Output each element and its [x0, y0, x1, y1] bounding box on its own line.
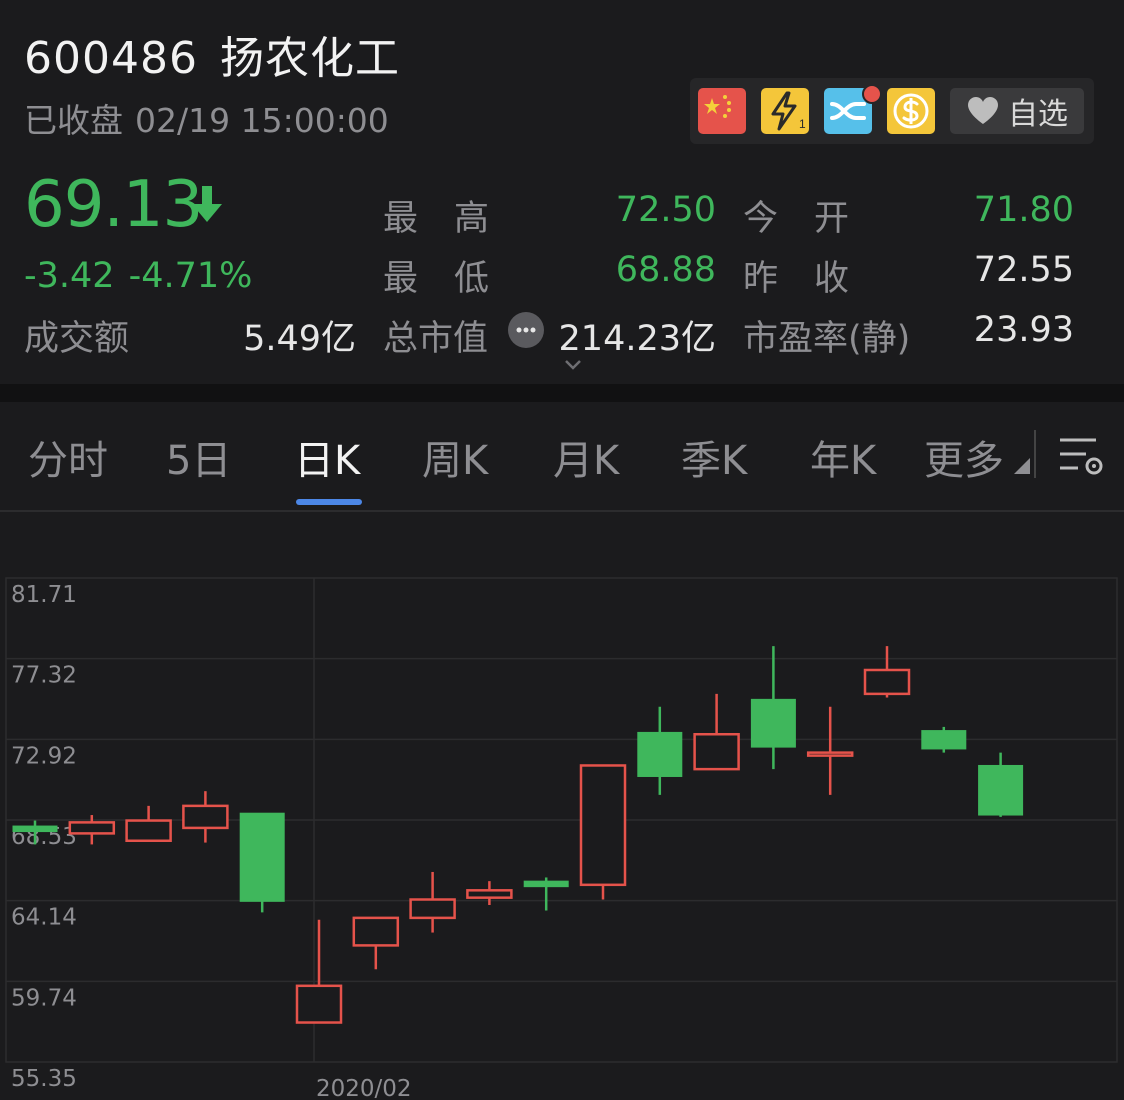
candle-body	[409, 898, 456, 920]
candle-body	[68, 821, 116, 835]
svg-text:1: 1	[799, 117, 806, 131]
low-label: 最低	[383, 259, 526, 299]
active-tab-indicator	[296, 499, 362, 505]
lightning-icon[interactable]: 1	[761, 88, 809, 134]
candle-body	[352, 916, 400, 947]
candle-body	[806, 751, 854, 757]
candle-body	[978, 764, 1024, 816]
candle-body	[466, 889, 513, 899]
stock-code: 600486	[24, 33, 198, 84]
market-cap-label: 总市值	[383, 319, 489, 359]
y-tick-label: 59.74	[11, 985, 77, 1011]
chart-tabs: 分时 5日 日K 周K 月K 季K 年K 更多	[0, 402, 1124, 512]
candle-body	[239, 812, 285, 902]
prev-close-label: 昨收	[743, 259, 886, 299]
y-tick-label: 77.32	[11, 663, 77, 689]
open-value: 71.80	[973, 190, 1074, 230]
high-label: 最高	[383, 199, 526, 239]
y-tick-label: 81.71	[11, 582, 77, 608]
x-tick-label: 2020/02	[316, 1076, 412, 1100]
turnover-value: 5.49亿	[243, 319, 356, 359]
chart-settings-icon[interactable]	[1056, 432, 1104, 480]
high-value: 72.50	[615, 190, 716, 230]
kline-chart[interactable]: 81.71 77.32 72.92 68.53 64.14 59.74 55.35 2020/…	[0, 560, 1124, 1100]
current-price: 69.13	[24, 168, 203, 242]
watchlist-label: 自选	[1008, 97, 1068, 132]
tab-intraday[interactable]: 分时	[28, 428, 108, 486]
low-value: 68.88	[615, 250, 716, 290]
tab-daily-k[interactable]: 日K	[294, 428, 360, 486]
market-status: 已收盘 02/19 15:00:00	[24, 94, 389, 142]
candle-body	[921, 730, 967, 750]
heart-icon	[968, 97, 998, 124]
candle-body	[125, 819, 172, 842]
candle-body	[579, 764, 627, 887]
price-change: -3.42 -4.71%	[24, 256, 252, 296]
market-cap-value: 214.23亿	[558, 319, 716, 359]
candle-body	[523, 880, 569, 888]
stock-name: 扬农化工	[219, 33, 400, 84]
tab-yearly-k[interactable]: 年K	[810, 428, 876, 486]
open-label: 今开	[743, 199, 886, 239]
prev-close-value: 72.55	[973, 250, 1074, 290]
china-flag-icon[interactable]	[698, 88, 746, 134]
candle-body	[12, 825, 58, 833]
change-percent: -4.71%	[128, 256, 253, 296]
market-status-text: 已收盘	[24, 101, 123, 140]
y-tick-label: 72.92	[11, 743, 77, 769]
tab-weekly-k[interactable]: 周K	[422, 428, 488, 486]
add-watchlist-button[interactable]: 自选	[950, 88, 1084, 134]
tab-quarterly-k[interactable]: 季K	[681, 428, 747, 486]
pe-label: 市盈率(静)	[743, 319, 911, 359]
turnover-label: 成交额	[24, 319, 130, 359]
tab-separator	[1034, 430, 1036, 478]
pe-value: 23.93	[973, 310, 1074, 350]
candle-body	[295, 984, 343, 1024]
candle-body	[693, 733, 740, 771]
tag-bar: 1 自选	[690, 78, 1094, 144]
market-time: 02/19 15:00:00	[135, 101, 389, 140]
arrow-down-icon	[192, 186, 222, 222]
stock-header: 600486 扬农化工 已收盘 02/19 15:00:00 1 自选 69.1…	[0, 0, 1124, 384]
candle-body	[182, 804, 229, 830]
candle-body	[637, 731, 683, 777]
candle-body	[750, 698, 796, 748]
tab-5day[interactable]: 5日	[166, 428, 231, 486]
change-value: -3.42	[24, 256, 115, 296]
candle-body	[863, 668, 911, 696]
tab-more[interactable]: 更多	[924, 428, 1004, 486]
section-divider	[0, 384, 1124, 402]
y-tick-label: 64.14	[11, 905, 77, 931]
kline-chart-svg: 81.7177.3272.9268.5364.1459.7455.35 2020/…	[5, 577, 1118, 1100]
stock-title: 600486 扬农化工	[24, 22, 400, 86]
notification-dot	[862, 84, 882, 104]
tab-monthly-k[interactable]: 月K	[553, 428, 619, 486]
triangle-down-icon	[1014, 458, 1030, 474]
dollar-icon[interactable]	[887, 88, 935, 134]
more-dots-icon[interactable]	[508, 312, 544, 348]
y-tick-label: 55.35	[11, 1066, 77, 1092]
chevron-down-icon[interactable]	[563, 358, 583, 372]
